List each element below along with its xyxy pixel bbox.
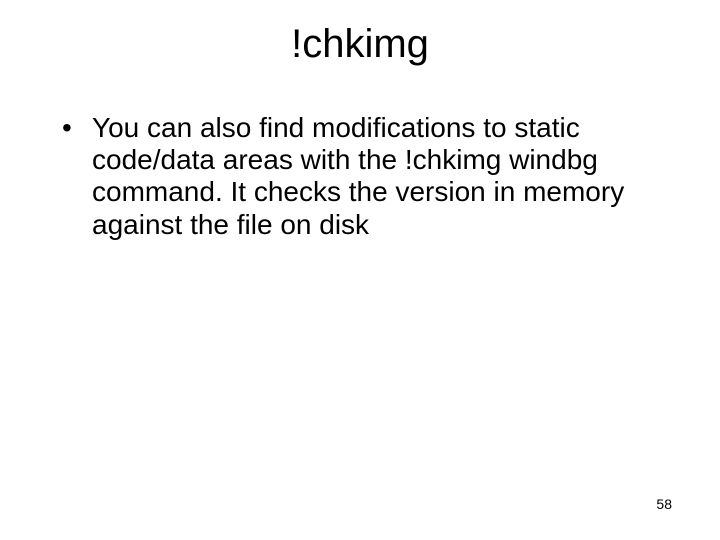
slide-title: !chkimg <box>0 22 720 67</box>
slide: !chkimg You can also find modifications … <box>0 0 720 540</box>
page-number: 58 <box>656 496 672 512</box>
bullet-list: You can also find modifications to stati… <box>58 112 668 241</box>
slide-body: You can also find modifications to stati… <box>58 112 668 241</box>
list-item: You can also find modifications to stati… <box>58 112 668 241</box>
